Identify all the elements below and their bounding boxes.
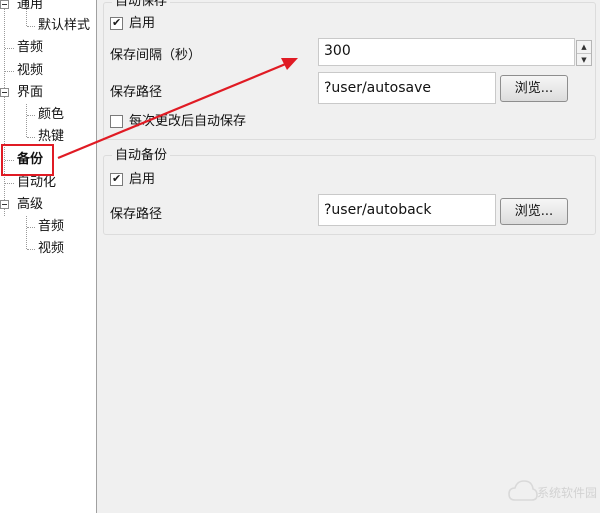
tree-item-default-style[interactable]: 默认样式 xyxy=(0,15,96,37)
check-icon: ✔ xyxy=(112,172,122,185)
autobackup-group-title: 自动备份 xyxy=(112,148,171,164)
spin-up-icon[interactable]: ▲ xyxy=(577,41,591,53)
autosave-browse-button[interactable]: 浏览... xyxy=(500,75,568,102)
autosave-path-label: 保存路径 xyxy=(110,85,163,100)
settings-tree: 通用 默认样式 音频 视频 界面 颜色 热键 备份 自动化 高级 音频 视频 xyxy=(0,0,97,513)
highlight-box xyxy=(1,144,54,176)
autosave-path-input[interactable]: ?user/autosave xyxy=(318,72,496,104)
tree-item-audio[interactable]: 音频 xyxy=(0,37,96,59)
collapse-icon[interactable] xyxy=(0,200,9,209)
tree-item-interface[interactable]: 界面 xyxy=(0,82,96,104)
collapse-icon[interactable] xyxy=(0,88,9,97)
watermark: 系统软件园 xyxy=(508,478,598,510)
tree-item-advanced[interactable]: 高级 xyxy=(0,194,96,216)
tree-item-advanced-video[interactable]: 视频 xyxy=(0,238,96,260)
watermark-text: 系统软件园 xyxy=(537,486,598,500)
autobackup-path-input[interactable]: ?user/autoback xyxy=(318,194,496,226)
settings-panel: 自动保存 ✔ 启用 保存间隔（秒） 300 ▲ ▼ 保存路径 ?user/aut… xyxy=(98,0,600,513)
tree-item-general[interactable]: 通用 xyxy=(0,0,96,16)
tree-item-video[interactable]: 视频 xyxy=(0,60,96,82)
tree-item-advanced-audio[interactable]: 音频 xyxy=(0,216,96,238)
tree-item-colors[interactable]: 颜色 xyxy=(0,104,96,126)
autosave-interval-label: 保存间隔（秒） xyxy=(110,48,202,63)
cloud-logo-icon xyxy=(508,480,538,501)
autosave-interval-input[interactable]: 300 xyxy=(318,38,575,66)
interval-spinner[interactable]: ▲ ▼ xyxy=(576,40,592,66)
autobackup-browse-button[interactable]: 浏览... xyxy=(500,198,568,225)
check-icon: ✔ xyxy=(112,16,122,29)
collapse-icon[interactable] xyxy=(0,0,9,9)
spin-down-icon[interactable]: ▼ xyxy=(577,53,591,65)
autobackup-path-label: 保存路径 xyxy=(110,207,163,222)
autosave-group-title: 自动保存 xyxy=(112,0,171,10)
